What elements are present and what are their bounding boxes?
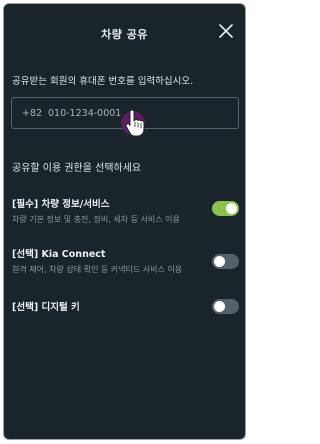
close-icon[interactable] bbox=[217, 22, 235, 40]
permission-kia-connect-toggle[interactable] bbox=[212, 254, 239, 269]
permission-vehicle-info-title: [필수] 차량 정보/서비스 bbox=[12, 199, 110, 210]
page-title: 차량 공유 bbox=[101, 28, 148, 41]
toggle-knob bbox=[214, 256, 225, 267]
permission-vehicle-info-toggle[interactable] bbox=[212, 201, 239, 216]
permission-kia-connect-title: [선택] Kia Connect bbox=[12, 249, 106, 260]
share-vehicle-screen: 차량 공유 공유받는 회원의 휴대폰 번호를 입력하십시오. +82 공유할 이… bbox=[3, 3, 246, 440]
toggle-knob bbox=[214, 301, 225, 312]
permission-digital-key-toggle[interactable] bbox=[212, 299, 239, 314]
permission-kia-connect-description: 원격 제어, 차량 상태 확인 등 커넥티드 서비스 이용 bbox=[12, 265, 183, 274]
country-code: +82 bbox=[22, 108, 43, 119]
permission-digital-key-title: [선택] 디지털 키 bbox=[12, 302, 80, 313]
permission-vehicle-info-description: 차량 기본 정보 및 충전, 정비, 세차 등 서비스 이용 bbox=[12, 215, 180, 224]
pointing-hand-icon bbox=[125, 109, 147, 139]
toggle-knob bbox=[226, 203, 237, 214]
permissions-heading: 공유할 이용 권한을 선택하세요 bbox=[12, 163, 142, 174]
phone-prompt: 공유받는 회원의 휴대폰 번호를 입력하십시오. bbox=[12, 76, 194, 87]
